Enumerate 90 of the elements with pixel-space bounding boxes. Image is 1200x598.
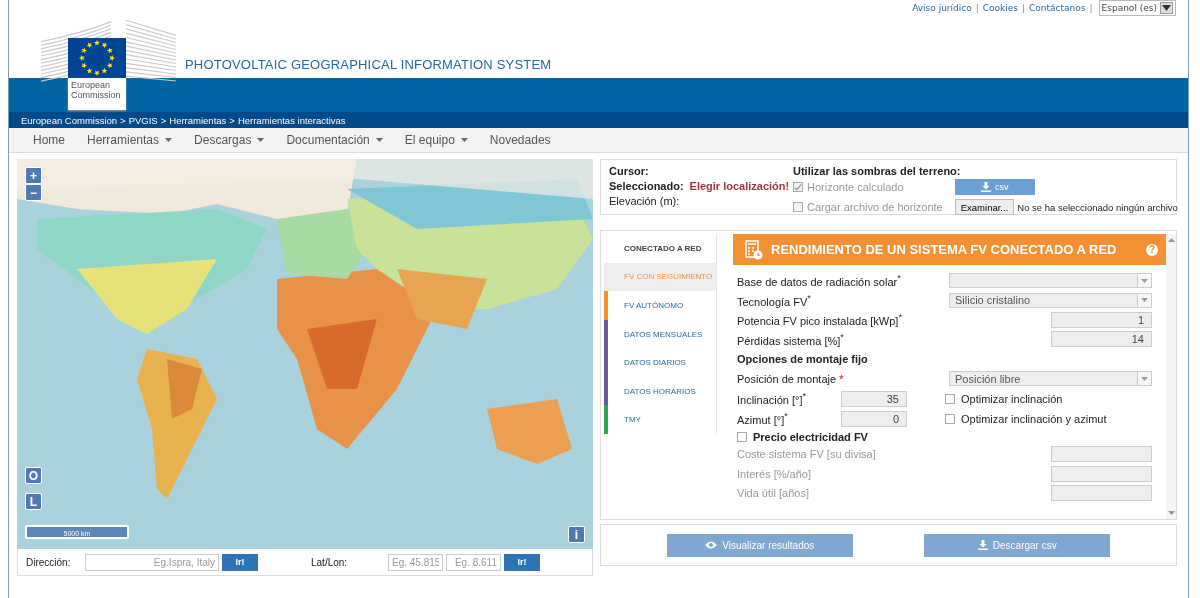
scroll-down-icon[interactable] xyxy=(1167,511,1175,515)
scrollbar[interactable] xyxy=(1166,234,1176,519)
link-separator: | xyxy=(1089,3,1093,13)
header-link[interactable]: Cookies xyxy=(982,3,1019,13)
tool-tab[interactable]: DATOS HORARIOS xyxy=(604,376,716,406)
tool-tab[interactable]: DATOS MENSUALES xyxy=(604,319,716,349)
header-link[interactable]: Contáctanos xyxy=(1029,3,1086,13)
field-label: Azimut [°]$^{*}$ xyxy=(737,411,789,426)
site-title: PHOTOVOLTAIC GEOGRAPHICAL INFORMATION SYSTEM xyxy=(185,57,552,72)
elevation-label: Elevación (m): xyxy=(609,195,681,207)
breadcrumb-link[interactable]: PVGIS xyxy=(128,114,158,126)
address-label: Dirección: xyxy=(26,556,72,568)
breadcrumb-separator: > xyxy=(229,114,235,126)
caret-icon xyxy=(375,138,383,142)
go-button[interactable]: Ir! xyxy=(222,553,258,571)
breadcrumb-link[interactable]: European Commission xyxy=(21,114,118,126)
download-icon xyxy=(977,540,988,550)
nav-item[interactable]: Herramientas xyxy=(87,133,173,147)
browse-button[interactable]: Examinar... xyxy=(954,199,1015,215)
breadcrumb-separator: > xyxy=(120,114,126,126)
checkbox-label: Precio electricidad FV xyxy=(753,430,868,443)
number-field[interactable]: 0 xyxy=(841,410,907,427)
download-icon xyxy=(981,182,991,192)
caret-icon xyxy=(1141,278,1148,283)
go-button[interactable]: Ir! xyxy=(504,553,540,571)
field-label: Inclinación [°]$^{*}$ xyxy=(737,391,808,406)
caret-icon xyxy=(165,138,173,142)
number-field[interactable]: 1 xyxy=(1051,311,1152,328)
number-field[interactable]: 35 xyxy=(841,390,907,407)
zoom-out-button[interactable]: − xyxy=(25,184,42,201)
number-field[interactable]: 14 xyxy=(1051,331,1152,348)
layer-button[interactable]: L xyxy=(25,493,42,510)
field-label: Posición de montaje * xyxy=(737,372,844,385)
link-separator: | xyxy=(975,3,979,13)
breadcrumb-separator: > xyxy=(160,114,167,126)
checkbox[interactable] xyxy=(793,182,803,192)
nav-item[interactable]: Novedades xyxy=(489,133,551,147)
language-select[interactable]: Espanol (es) xyxy=(1098,0,1176,16)
calculator-icon xyxy=(745,239,763,260)
logo-caption: European Commission xyxy=(68,78,126,110)
select-field[interactable]: Posición libre xyxy=(949,371,1152,387)
field-label: Base de datos de radiación solar$^{*}$ xyxy=(737,273,901,289)
select-field[interactable] xyxy=(949,273,1152,289)
selected-location: Elegir localización! xyxy=(689,180,790,192)
zoom-in-button[interactable]: + xyxy=(25,167,42,184)
tool-tab[interactable]: DATOS DIARIOS xyxy=(604,348,716,377)
checkbox[interactable] xyxy=(945,393,955,404)
link-separator: | xyxy=(1022,3,1026,13)
select-field[interactable]: Silicio cristalino xyxy=(949,292,1152,308)
cursor-label: Cursor: xyxy=(609,165,650,177)
checkbox-label: Optimizar inclinación xyxy=(961,392,1063,405)
nav-item[interactable]: Home xyxy=(33,133,65,147)
caret-icon xyxy=(1141,298,1148,303)
selected-label: Seleccionado: xyxy=(609,180,684,192)
checkbox-label: Optimizar inclinación y azimut xyxy=(961,412,1107,425)
caret-icon xyxy=(1141,376,1148,381)
checkbox[interactable] xyxy=(793,202,803,212)
nav-item[interactable]: Documentación xyxy=(286,133,383,147)
header-link[interactable]: Aviso jurídico xyxy=(912,3,972,13)
checkbox-label: Horizonte calculado xyxy=(807,181,904,193)
checkbox[interactable] xyxy=(945,413,955,424)
address-field[interactable]: Eg.Ispra, Italy xyxy=(85,553,219,571)
latlon-label: Lat/Lon: xyxy=(311,556,349,568)
field-label: Potencia FV pico instalada [kWp]$^{*}$ xyxy=(737,312,902,328)
breadcrumb-link[interactable]: Herramientas interactivas xyxy=(237,114,346,126)
caret-icon xyxy=(460,138,468,142)
tool-title: RENDIMIENTO DE UN SISTEMA FV CONECTADO A RED xyxy=(771,242,1118,257)
caret-icon xyxy=(257,138,265,142)
field-label: Tecnología FV$^{*}$ xyxy=(737,292,811,308)
field-label: Pérdidas sistema [%]$^{*}$ xyxy=(737,331,844,347)
field-label: Interés [%/año] xyxy=(737,467,811,480)
nav-item[interactable]: El equipo xyxy=(404,133,468,147)
tool-tab[interactable]: TMY xyxy=(604,405,716,435)
section-heading: Opciones de montaje fijo xyxy=(737,352,869,367)
tool-tab[interactable]: FV AUTÓNOMO xyxy=(604,291,716,320)
field-label: Vida útil [años] xyxy=(737,487,809,500)
field-label: Coste sistema FV [su divisa] xyxy=(737,448,876,461)
breadcrumb-link[interactable]: Herramientas xyxy=(169,114,227,126)
eye-icon xyxy=(705,541,718,549)
info-button[interactable]: i xyxy=(568,526,585,543)
scroll-up-icon[interactable] xyxy=(1167,238,1175,242)
nav-item[interactable]: Descargas xyxy=(194,133,265,147)
file-status: No se ha seleccionado ningún archivo xyxy=(1017,201,1178,213)
longitude-field[interactable]: Eg. 8.611 xyxy=(446,553,501,571)
checkbox[interactable] xyxy=(737,431,747,442)
checkbox-label: Cargar archivo de horizonte xyxy=(807,201,943,213)
shadows-title: Utilizar las sombras del terreno: xyxy=(793,165,962,177)
eu-flag-icon[interactable] xyxy=(68,38,126,78)
dropdown-icon xyxy=(1160,2,1173,14)
layer-button[interactable]: O xyxy=(25,467,42,484)
